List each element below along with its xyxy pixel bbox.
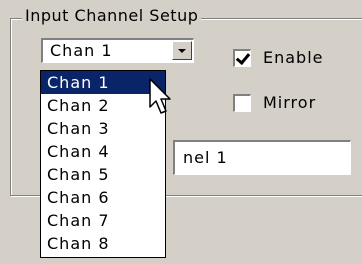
dropdown-item[interactable]: Chan 2 [41,94,165,117]
dropdown-item[interactable]: Chan 3 [41,117,165,140]
enable-checkbox-row[interactable]: Enable [233,48,324,67]
dropdown-item[interactable]: Chan 6 [41,186,165,209]
checkmark-icon [235,49,251,65]
enable-checkbox[interactable] [233,48,251,67]
dropdown-item[interactable]: Chan 8 [41,232,165,255]
group-title: Input Channel Setup [22,7,202,25]
mirror-checkbox-row[interactable]: Mirror [233,93,316,112]
dropdown-item[interactable]: Chan 7 [41,209,165,232]
dropdown-item[interactable]: Chan 4 [41,140,165,163]
dropdown-item[interactable]: Chan 1 [41,71,165,94]
mirror-label: Mirror [263,93,317,112]
enable-label: Enable [263,48,324,67]
dropdown-item[interactable]: Chan 5 [41,163,165,186]
mirror-checkbox[interactable] [233,93,251,112]
channel-combobox[interactable]: Chan 1 [41,38,194,63]
channel-name-input[interactable]: nel 1 [173,140,351,175]
combobox-dropdown-button[interactable] [172,41,192,60]
mouse-pointer-icon [149,78,171,114]
channel-combobox-value: Chan 1 [50,41,113,60]
chevron-down-icon [178,49,186,53]
